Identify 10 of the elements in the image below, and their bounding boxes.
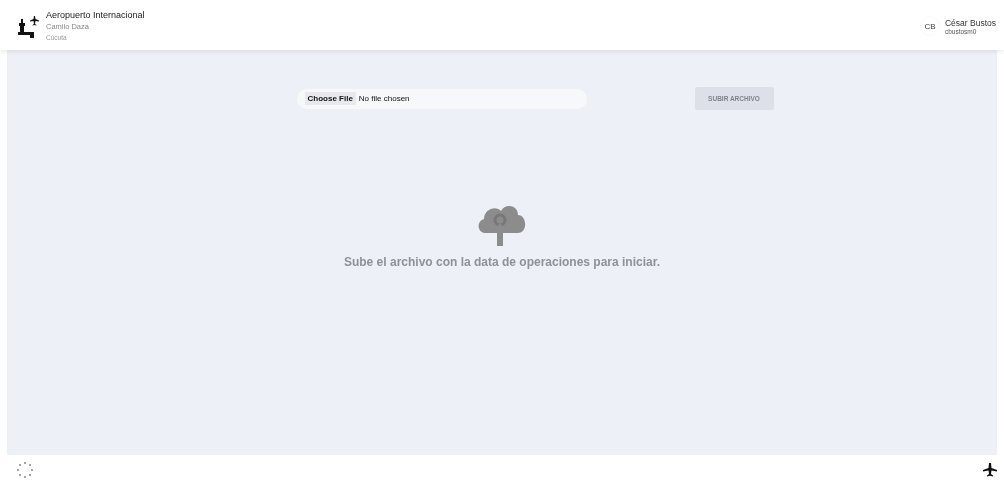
user-name: César Bustos [944, 18, 996, 28]
airport-tower-icon [18, 15, 40, 38]
file-input-field[interactable]: Choose File No file chosen [296, 88, 587, 109]
user-avatar[interactable]: CB [920, 17, 939, 35]
file-status: No file chosen [358, 94, 410, 103]
empty-state-message: Sube el archivo con la data de operaciones para iniciar. [343, 255, 661, 269]
airplane-icon [983, 462, 997, 477]
airport-name: Aeropuerto Internacional [46, 10, 145, 20]
choose-file-button[interactable]: Choose File [304, 92, 356, 105]
loading-spinner-icon [16, 460, 34, 479]
